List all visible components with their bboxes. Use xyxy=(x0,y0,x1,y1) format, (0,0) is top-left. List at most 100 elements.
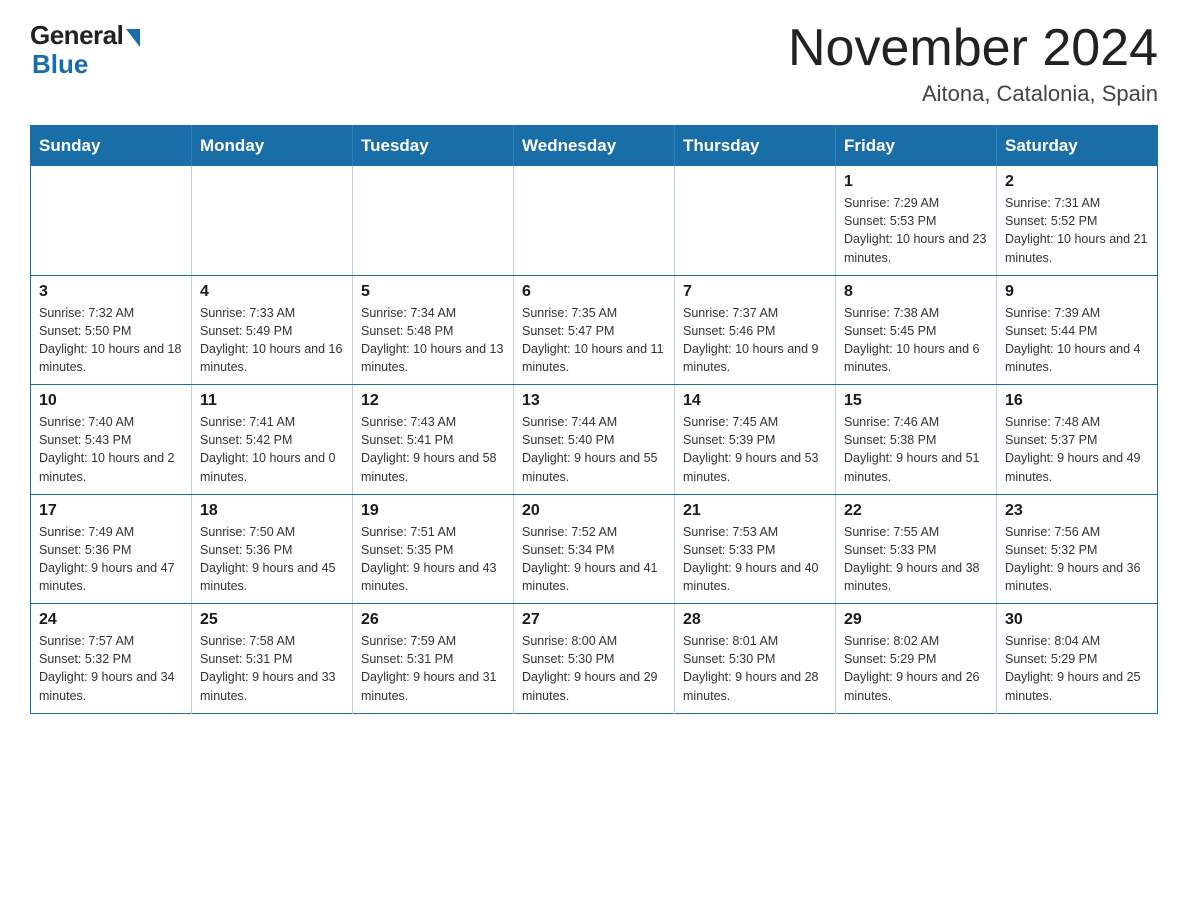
calendar-header-row: SundayMondayTuesdayWednesdayThursdayFrid… xyxy=(31,126,1158,167)
page-header: General Blue November 2024 Aitona, Catal… xyxy=(30,20,1158,107)
day-number: 2 xyxy=(1005,173,1149,191)
day-number: 17 xyxy=(39,502,183,520)
calendar-cell: 30Sunrise: 8:04 AMSunset: 5:29 PMDayligh… xyxy=(997,604,1158,714)
calendar-week-row: 17 Sunrise: 7:49 AMSunset: 5:36 PMDayligh… xyxy=(31,494,1158,604)
day-info: Sunrise: 7:38 AMSunset: 5:45 PMDaylight:… xyxy=(844,304,988,377)
calendar-cell: 27Sunrise: 8:00 AMSunset: 5:30 PMDayligh… xyxy=(514,604,675,714)
day-number: 30 xyxy=(1005,611,1149,629)
day-info: Sunrise: 7:31 AMSunset: 5:52 PMDaylight:… xyxy=(1005,194,1149,267)
calendar-cell xyxy=(31,166,192,275)
calendar-cell: 14 Sunrise: 7:45 AMSunset: 5:39 PMDayligh… xyxy=(675,385,836,495)
day-info: Sunrise: 7:33 AMSunset: 5:49 PMDaylight:… xyxy=(200,304,344,377)
calendar-cell: 21 Sunrise: 7:53 AMSunset: 5:33 PMDayligh… xyxy=(675,494,836,604)
calendar-cell: 18 Sunrise: 7:50 AMSunset: 5:36 PMDayligh… xyxy=(192,494,353,604)
day-number: 6 xyxy=(522,283,666,301)
day-info: Sunrise: 7:55 AMSunset: 5:33 PMDaylight:… xyxy=(844,523,988,596)
calendar-cell: 8 Sunrise: 7:38 AMSunset: 5:45 PMDaylight… xyxy=(836,275,997,385)
calendar-cell: 28 Sunrise: 8:01 AMSunset: 5:30 PMDayligh… xyxy=(675,604,836,714)
month-title: November 2024 xyxy=(788,20,1158,77)
calendar-cell: 2 Sunrise: 7:31 AMSunset: 5:52 PMDaylight… xyxy=(997,166,1158,275)
calendar-table: SundayMondayTuesdayWednesdayThursdayFrid… xyxy=(30,125,1158,714)
calendar-cell xyxy=(192,166,353,275)
day-number: 4 xyxy=(200,283,344,301)
calendar-cell: 24 Sunrise: 7:57 AMSunset: 5:32 PMDayligh… xyxy=(31,604,192,714)
day-number: 27 xyxy=(522,611,666,629)
day-number: 24 xyxy=(39,611,183,629)
day-info: Sunrise: 7:43 AMSunset: 5:41 PMDaylight:… xyxy=(361,413,505,486)
day-info: Sunrise: 7:41 AMSunset: 5:42 PMDaylight:… xyxy=(200,413,344,486)
day-info: Sunrise: 7:48 AMSunset: 5:37 PMDaylight:… xyxy=(1005,413,1149,486)
day-info: Sunrise: 7:58 AMSunset: 5:31 PMDaylight:… xyxy=(200,632,344,705)
title-block: November 2024 Aitona, Catalonia, Spain xyxy=(788,20,1158,107)
day-number: 26 xyxy=(361,611,505,629)
day-info: Sunrise: 7:52 AMSunset: 5:34 PMDaylight:… xyxy=(522,523,666,596)
day-of-week-header: Thursday xyxy=(675,126,836,167)
day-number: 23 xyxy=(1005,502,1149,520)
calendar-week-row: 1 Sunrise: 7:29 AMSunset: 5:53 PMDaylight… xyxy=(31,166,1158,275)
calendar-cell: 3Sunrise: 7:32 AMSunset: 5:50 PMDaylight… xyxy=(31,275,192,385)
day-number: 19 xyxy=(361,502,505,520)
day-of-week-header: Tuesday xyxy=(353,126,514,167)
day-number: 20 xyxy=(522,502,666,520)
day-number: 14 xyxy=(683,392,827,410)
calendar-cell: 4 Sunrise: 7:33 AMSunset: 5:49 PMDaylight… xyxy=(192,275,353,385)
calendar-cell: 7Sunrise: 7:37 AMSunset: 5:46 PMDaylight… xyxy=(675,275,836,385)
calendar-cell: 10Sunrise: 7:40 AMSunset: 5:43 PMDayligh… xyxy=(31,385,192,495)
calendar-cell xyxy=(514,166,675,275)
day-info: Sunrise: 7:39 AMSunset: 5:44 PMDaylight:… xyxy=(1005,304,1149,377)
day-number: 10 xyxy=(39,392,183,410)
logo-arrow-icon xyxy=(126,29,140,47)
day-info: Sunrise: 7:59 AMSunset: 5:31 PMDaylight:… xyxy=(361,632,505,705)
day-info: Sunrise: 7:53 AMSunset: 5:33 PMDaylight:… xyxy=(683,523,827,596)
day-number: 7 xyxy=(683,283,827,301)
day-number: 11 xyxy=(200,392,344,410)
day-info: Sunrise: 7:50 AMSunset: 5:36 PMDaylight:… xyxy=(200,523,344,596)
day-info: Sunrise: 7:46 AMSunset: 5:38 PMDaylight:… xyxy=(844,413,988,486)
calendar-cell xyxy=(675,166,836,275)
day-info: Sunrise: 7:35 AMSunset: 5:47 PMDaylight:… xyxy=(522,304,666,377)
calendar-cell: 5Sunrise: 7:34 AMSunset: 5:48 PMDaylight… xyxy=(353,275,514,385)
calendar-cell: 16Sunrise: 7:48 AMSunset: 5:37 PMDayligh… xyxy=(997,385,1158,495)
day-info: Sunrise: 7:56 AMSunset: 5:32 PMDaylight:… xyxy=(1005,523,1149,596)
day-number: 28 xyxy=(683,611,827,629)
logo: General Blue xyxy=(30,20,140,80)
day-number: 8 xyxy=(844,283,988,301)
day-number: 25 xyxy=(200,611,344,629)
calendar-cell: 15 Sunrise: 7:46 AMSunset: 5:38 PMDayligh… xyxy=(836,385,997,495)
calendar-cell: 19 Sunrise: 7:51 AMSunset: 5:35 PMDayligh… xyxy=(353,494,514,604)
day-info: Sunrise: 7:51 AMSunset: 5:35 PMDaylight:… xyxy=(361,523,505,596)
day-number: 21 xyxy=(683,502,827,520)
calendar-cell: 23 Sunrise: 7:56 AMSunset: 5:32 PMDayligh… xyxy=(997,494,1158,604)
day-number: 1 xyxy=(844,173,988,191)
day-of-week-header: Monday xyxy=(192,126,353,167)
day-of-week-header: Wednesday xyxy=(514,126,675,167)
day-info: Sunrise: 7:44 AMSunset: 5:40 PMDaylight:… xyxy=(522,413,666,486)
calendar-cell: 12 Sunrise: 7:43 AMSunset: 5:41 PMDayligh… xyxy=(353,385,514,495)
logo-general-text: General xyxy=(30,20,123,51)
day-number: 12 xyxy=(361,392,505,410)
day-info: Sunrise: 7:29 AMSunset: 5:53 PMDaylight:… xyxy=(844,194,988,267)
calendar-cell: 6 Sunrise: 7:35 AMSunset: 5:47 PMDaylight… xyxy=(514,275,675,385)
calendar-cell: 29 Sunrise: 8:02 AMSunset: 5:29 PMDayligh… xyxy=(836,604,997,714)
calendar-cell: 22 Sunrise: 7:55 AMSunset: 5:33 PMDayligh… xyxy=(836,494,997,604)
day-info: Sunrise: 7:49 AMSunset: 5:36 PMDaylight:… xyxy=(39,523,183,596)
day-number: 15 xyxy=(844,392,988,410)
day-info: Sunrise: 7:57 AMSunset: 5:32 PMDaylight:… xyxy=(39,632,183,705)
logo-blue-text: Blue xyxy=(30,49,88,80)
calendar-week-row: 3Sunrise: 7:32 AMSunset: 5:50 PMDaylight… xyxy=(31,275,1158,385)
calendar-cell: 1 Sunrise: 7:29 AMSunset: 5:53 PMDaylight… xyxy=(836,166,997,275)
calendar-cell: 26 Sunrise: 7:59 AMSunset: 5:31 PMDayligh… xyxy=(353,604,514,714)
day-of-week-header: Friday xyxy=(836,126,997,167)
day-info: Sunrise: 8:02 AMSunset: 5:29 PMDaylight:… xyxy=(844,632,988,705)
calendar-week-row: 24 Sunrise: 7:57 AMSunset: 5:32 PMDayligh… xyxy=(31,604,1158,714)
day-number: 22 xyxy=(844,502,988,520)
day-number: 29 xyxy=(844,611,988,629)
day-of-week-header: Sunday xyxy=(31,126,192,167)
day-info: Sunrise: 7:45 AMSunset: 5:39 PMDaylight:… xyxy=(683,413,827,486)
day-number: 13 xyxy=(522,392,666,410)
day-of-week-header: Saturday xyxy=(997,126,1158,167)
day-number: 18 xyxy=(200,502,344,520)
calendar-cell: 9Sunrise: 7:39 AMSunset: 5:44 PMDaylight… xyxy=(997,275,1158,385)
day-info: Sunrise: 8:01 AMSunset: 5:30 PMDaylight:… xyxy=(683,632,827,705)
calendar-cell: 11 Sunrise: 7:41 AMSunset: 5:42 PMDayligh… xyxy=(192,385,353,495)
